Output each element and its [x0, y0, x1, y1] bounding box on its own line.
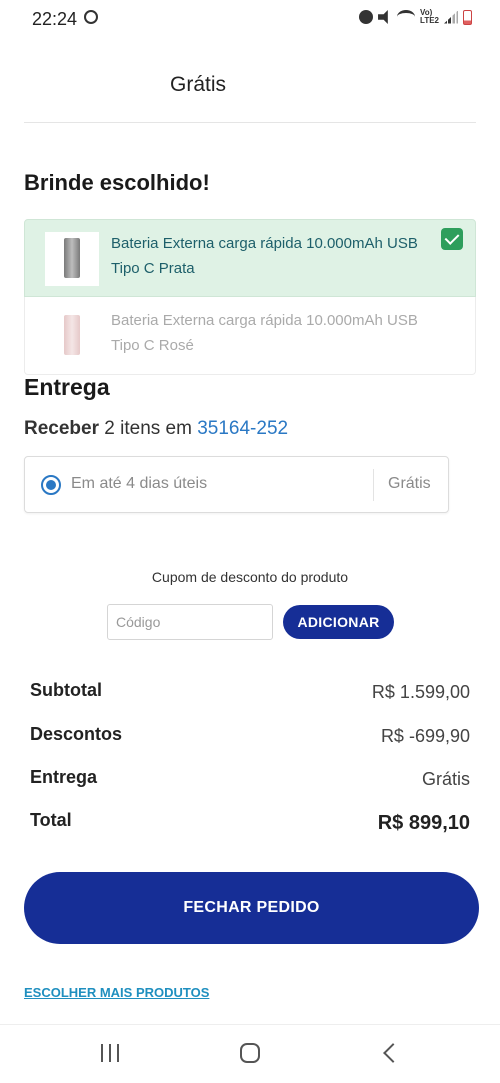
shipping-option[interactable]: Em até 4 dias úteis Grátis	[24, 456, 449, 513]
cep-link[interactable]: 35164-252	[197, 418, 288, 439]
total-label: Total	[30, 810, 72, 830]
battery-icon	[463, 9, 472, 25]
total-row: Total R$ 899,10	[30, 810, 470, 838]
add-coupon-button[interactable]: ADICIONAR	[283, 605, 394, 639]
alarm-icon	[359, 10, 374, 24]
status-bar: 22:24 Vo) LTE2	[0, 0, 500, 40]
discount-label: Descontos	[30, 724, 123, 744]
product-thumbnail	[45, 309, 99, 363]
sync-icon	[84, 10, 98, 24]
wifi-icon	[397, 10, 416, 24]
shipping-option-label: Em até 4 dias úteis	[71, 475, 208, 492]
items-count-text: 2 itens em	[99, 418, 198, 439]
shipping-value: Grátis	[421, 769, 470, 789]
divider	[373, 469, 374, 501]
shipping-row: Entrega Grátis	[30, 767, 470, 795]
subtotal-row: Subtotal R$ 1.599,00	[30, 680, 470, 708]
radio-selected-icon[interactable]	[41, 475, 61, 495]
product-thumbnail	[45, 232, 99, 286]
coupon-input[interactable]	[107, 604, 273, 640]
close-order-button[interactable]: FECHAR PEDIDO	[24, 872, 479, 944]
delivery-summary: Receber 2 itens em 35164-252	[24, 418, 288, 440]
subtotal-value: R$ 1.599,00	[371, 682, 470, 702]
home-icon[interactable]	[240, 1043, 260, 1063]
recents-icon[interactable]	[101, 1044, 119, 1062]
shipping-label: Entrega	[30, 767, 98, 787]
discount-value: R$ -699,90	[380, 726, 470, 746]
gift-option-label: Bateria Externa carga rápida 10.000mAh U…	[111, 312, 418, 354]
receber-label: Receber	[24, 418, 99, 439]
back-icon[interactable]	[383, 1043, 403, 1063]
choose-more-products-link[interactable]: ESCOLHER MAIS PRODUTOS	[24, 985, 209, 1000]
divider	[24, 122, 476, 123]
shipping-option-price: Grátis	[388, 475, 431, 492]
discount-row: Descontos R$ -699,90	[30, 724, 470, 752]
gift-option-label: Bateria Externa carga rápida 10.000mAh U…	[111, 235, 418, 277]
shipping-free-label: Grátis	[170, 73, 227, 96]
status-time: 22:24	[32, 9, 78, 29]
coupon-label: Cupom de desconto do produto	[151, 569, 349, 585]
mute-icon	[378, 10, 388, 24]
lte-icon: Vo) LTE2	[420, 8, 439, 25]
status-icons: Vo) LTE2	[359, 9, 472, 25]
total-value: R$ 899,10	[377, 812, 470, 834]
subtotal-label: Subtotal	[30, 680, 102, 700]
system-nav-bar	[0, 1024, 500, 1083]
gift-option-prata[interactable]: Bateria Externa carga rápida 10.000mAh U…	[24, 219, 476, 297]
gift-section-title: Brinde escolhido!	[24, 170, 210, 195]
checkbox-checked-icon[interactable]	[441, 228, 463, 250]
signal-icon	[444, 10, 458, 24]
gift-option-rose[interactable]: Bateria Externa carga rápida 10.000mAh U…	[24, 297, 476, 375]
delivery-section-title: Entrega	[24, 374, 110, 400]
